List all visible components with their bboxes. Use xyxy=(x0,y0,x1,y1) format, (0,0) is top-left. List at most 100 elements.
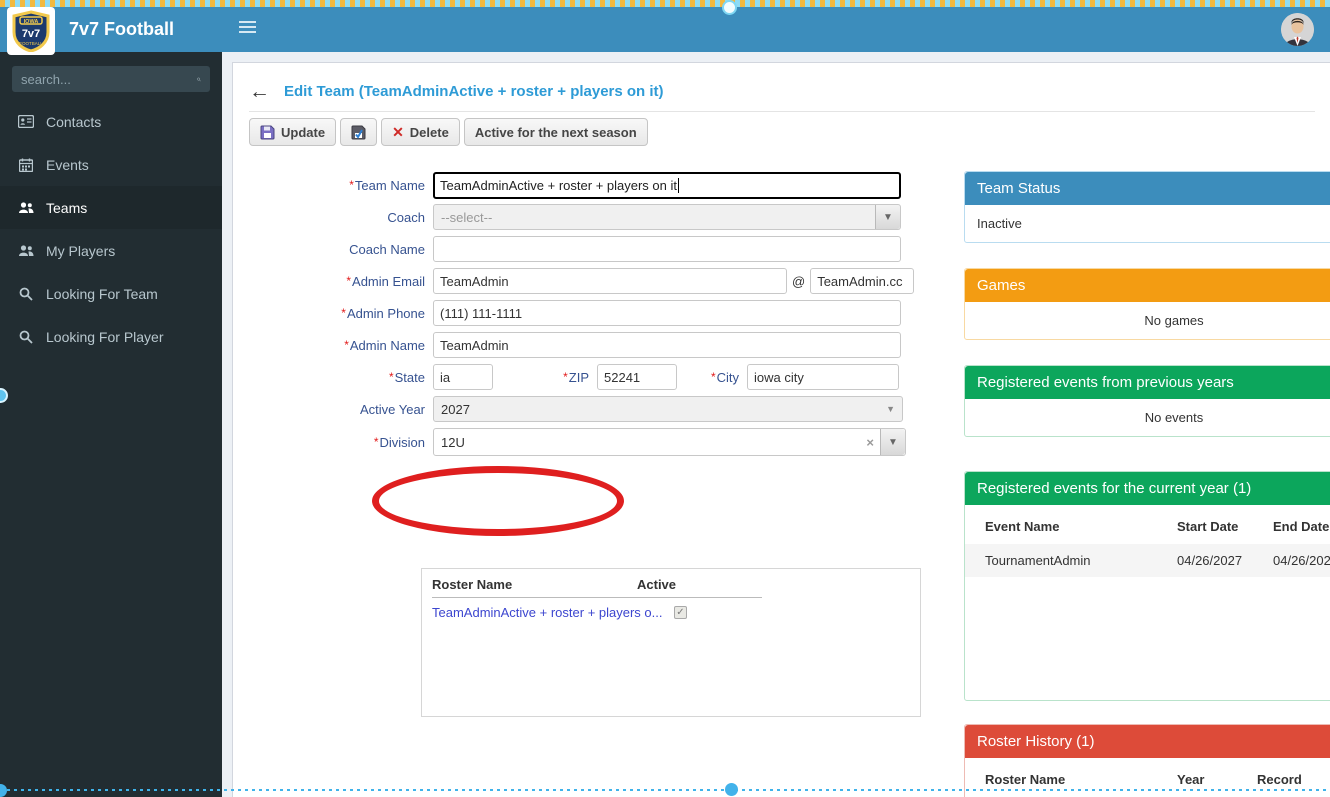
sidebar-item-label: My Players xyxy=(46,243,115,259)
coach-name-input[interactable] xyxy=(433,236,901,262)
admin-email-label: *Admin Email xyxy=(251,274,433,289)
next-season-label: Active for the next season xyxy=(475,125,637,140)
sidebar-item-label: Contacts xyxy=(46,114,101,130)
svg-text:FOOTBALL: FOOTBALL xyxy=(19,41,43,46)
previous-events-panel: Registered events from previous years No… xyxy=(964,365,1330,437)
sidebar-item-looking-for-player[interactable]: Looking For Player xyxy=(0,315,222,358)
roster-link[interactable]: TeamAdminActive + roster + players o... xyxy=(432,605,674,620)
shield-logo-icon: IOWA 7v7 FOOTBALL xyxy=(10,10,52,52)
sidebar-item-teams[interactable]: Teams xyxy=(0,186,222,229)
sidebar-item-contacts[interactable]: Contacts xyxy=(0,100,222,143)
svg-text:7v7: 7v7 xyxy=(22,28,40,40)
delete-label: Delete xyxy=(410,125,449,140)
games-panel: Games No games xyxy=(964,268,1330,340)
coach-name-label: Coach Name xyxy=(251,242,433,257)
city-input[interactable] xyxy=(747,364,899,390)
search-input[interactable] xyxy=(21,72,197,87)
update-button[interactable]: Update xyxy=(249,118,336,146)
sidebar-item-my-players[interactable]: My Players xyxy=(0,229,222,272)
roster-name-column-header: Roster Name xyxy=(965,758,1177,797)
admin-phone-label: *Admin Phone xyxy=(251,306,433,321)
admin-email-user-input[interactable] xyxy=(433,268,787,294)
division-label: *Division xyxy=(251,435,433,450)
users-icon xyxy=(15,244,37,257)
sidebar: IOWA 7v7 FOOTBALL 7v7 Football Contacts xyxy=(0,0,222,797)
active-checkbox[interactable]: ✓ xyxy=(674,606,687,619)
user-avatar[interactable] xyxy=(1281,13,1314,46)
x-icon: ✕ xyxy=(392,124,404,141)
games-header: Games xyxy=(965,269,1330,302)
active-column-header: Active xyxy=(637,577,762,592)
admin-phone-input[interactable] xyxy=(433,300,901,326)
text-caret xyxy=(678,178,679,193)
active-year-value: 2027 xyxy=(434,402,879,417)
roster-history-panel: Roster History (1) Roster Name Year Reco… xyxy=(964,724,1330,797)
zip-label: *ZIP xyxy=(493,370,597,385)
selection-handle-top[interactable] xyxy=(722,0,737,15)
city-label: *City xyxy=(677,370,747,385)
end-date-column-header: End Date xyxy=(1273,505,1330,544)
delete-button[interactable]: ✕ Delete xyxy=(381,118,460,146)
sidebar-item-label: Events xyxy=(46,157,89,173)
sidebar-toggle-icon[interactable] xyxy=(239,21,256,35)
save-close-button[interactable] xyxy=(340,118,377,146)
back-arrow-icon[interactable]: ← xyxy=(249,81,270,102)
roster-panel: Roster Name Active TeamAdminActive + ros… xyxy=(421,568,921,717)
division-select[interactable]: 12U × ▼ xyxy=(433,428,906,456)
sidebar-search xyxy=(12,66,210,92)
division-value: 12U xyxy=(434,435,860,450)
team-name-label: *Team Name xyxy=(251,178,433,193)
selection-border-top xyxy=(0,0,1330,7)
team-status-panel: Team Status Inactive xyxy=(964,171,1330,243)
brand-title: 7v7 Football xyxy=(69,19,174,40)
sidebar-item-looking-for-team[interactable]: Looking For Team xyxy=(0,272,222,315)
chevron-down-icon: ▼ xyxy=(880,429,905,455)
active-year-label: Active Year xyxy=(251,402,433,417)
event-row[interactable]: TournamentAdmin 04/26/2027 04/26/2027 xyxy=(965,544,1330,577)
year-column-header: Year xyxy=(1177,758,1257,797)
save-icon xyxy=(260,125,275,140)
save-check-icon xyxy=(351,125,366,140)
end-date-cell: 04/26/2027 xyxy=(1273,544,1330,577)
sidebar-item-label: Teams xyxy=(46,200,87,216)
id-card-icon xyxy=(15,115,37,128)
chevron-down-icon: ▼ xyxy=(875,205,900,229)
roster-name-column-header: Roster Name xyxy=(432,577,637,592)
event-name-cell: TournamentAdmin xyxy=(965,544,1177,577)
content-area: ← Edit Team (TeamAdminActive + roster + … xyxy=(232,62,1330,797)
zip-input[interactable] xyxy=(597,364,677,390)
next-season-button[interactable]: Active for the next season xyxy=(464,118,648,146)
event-name-column-header: Event Name xyxy=(965,505,1177,544)
toolbar: Update ✕ Delete Active for the next seas… xyxy=(249,118,648,146)
team-status-value: Inactive xyxy=(965,205,1330,242)
start-date-column-header: Start Date xyxy=(1177,505,1273,544)
search-icon[interactable] xyxy=(197,73,201,86)
search-icon xyxy=(15,287,37,301)
sidebar-item-label: Looking For Player xyxy=(46,329,164,345)
clear-icon[interactable]: × xyxy=(860,435,880,450)
calendar-icon xyxy=(15,158,37,172)
sidebar-menu: Contacts Events Teams My Players xyxy=(0,100,222,358)
selection-handle-bottom[interactable] xyxy=(725,783,738,796)
admin-email-domain-input[interactable] xyxy=(810,268,914,294)
roster-history-header: Roster History (1) xyxy=(965,725,1330,758)
active-year-select[interactable]: 2027 ▼ xyxy=(433,396,903,422)
state-label: *State xyxy=(251,370,433,385)
users-icon xyxy=(15,201,37,214)
selection-border-bottom xyxy=(0,789,1330,791)
sidebar-item-events[interactable]: Events xyxy=(0,143,222,186)
search-icon xyxy=(15,330,37,344)
team-name-input[interactable]: TeamAdminActive + roster + players on it xyxy=(433,172,901,199)
games-empty-text: No games xyxy=(965,302,1330,339)
state-input[interactable] xyxy=(433,364,493,390)
current-events-header: Registered events for the current year (… xyxy=(965,472,1330,505)
update-label: Update xyxy=(281,125,325,140)
svg-text:IOWA: IOWA xyxy=(24,19,39,25)
admin-name-label: *Admin Name xyxy=(251,338,433,353)
coach-label: Coach xyxy=(251,210,433,225)
roster-row: TeamAdminActive + roster + players o... … xyxy=(432,605,910,620)
at-sign: @ xyxy=(792,274,805,289)
admin-name-input[interactable] xyxy=(433,332,901,358)
coach-select[interactable]: --select-- ▼ xyxy=(433,204,901,230)
current-events-panel: Registered events for the current year (… xyxy=(964,471,1330,701)
